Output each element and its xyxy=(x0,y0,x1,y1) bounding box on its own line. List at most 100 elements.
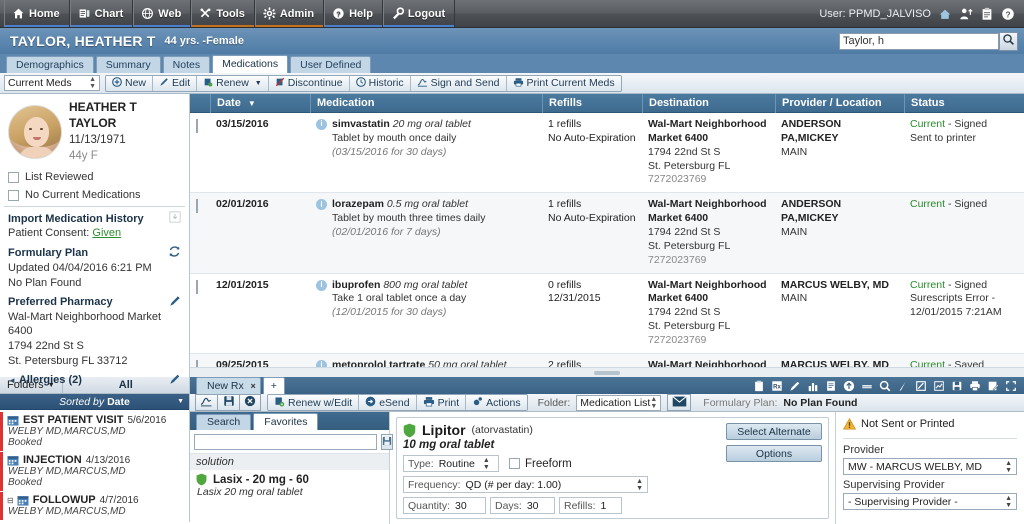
nav-item-admin[interactable]: Admin xyxy=(254,0,325,27)
discontinue-button[interactable]: Discontinue xyxy=(268,75,350,91)
info-icon[interactable]: i xyxy=(316,119,327,130)
nav-item-chart[interactable]: Chart xyxy=(69,0,134,27)
print-current-meds-button[interactable]: Print Current Meds xyxy=(506,75,621,91)
drug-search-input[interactable] xyxy=(194,434,377,450)
checkbox-no-current-medications[interactable]: No Current Medications xyxy=(0,186,189,204)
rx-folder-select[interactable]: Medication List ▲ ▼ xyxy=(576,394,662,411)
header-date[interactable]: Date ▼ xyxy=(210,93,310,113)
pencil-icon[interactable] xyxy=(789,380,801,392)
info-icon[interactable]: i xyxy=(316,199,327,211)
pencil-icon[interactable] xyxy=(169,295,181,310)
checkbox-icon[interactable] xyxy=(196,119,198,133)
actions-button[interactable]: Actions xyxy=(466,395,527,410)
current-meds-filter-select[interactable]: Current Meds ▲ ▼ xyxy=(4,75,100,91)
note-edit-icon[interactable] xyxy=(915,380,927,392)
new-button[interactable]: New xyxy=(106,75,154,91)
question-icon[interactable]: ? xyxy=(1001,7,1015,21)
checkbox-icon[interactable] xyxy=(196,279,198,294)
cancel-button[interactable] xyxy=(239,394,261,411)
person-upload-icon[interactable] xyxy=(959,7,973,21)
favorite-list-item[interactable]: Lasix - 20 mg - 60 Lasix 20 mg oral tabl… xyxy=(190,470,389,500)
edit-doc-icon[interactable] xyxy=(987,380,999,392)
sign-button[interactable] xyxy=(195,394,217,411)
trend-icon[interactable] xyxy=(933,380,945,392)
row-checkbox-cell[interactable] xyxy=(190,274,210,353)
refresh-icon[interactable] xyxy=(168,245,181,261)
scrollbar-grip[interactable] xyxy=(594,370,620,375)
pencil-icon[interactable] xyxy=(169,373,181,388)
header-destination[interactable]: Destination xyxy=(642,93,775,113)
tab-user-defined[interactable]: User Defined xyxy=(290,56,372,73)
info-icon[interactable]: i xyxy=(316,279,327,291)
search-input[interactable] xyxy=(839,32,999,50)
house-icon[interactable] xyxy=(938,7,952,21)
days-field[interactable]: Days: 30 xyxy=(490,497,555,514)
quantity-field[interactable]: Quantity: 30 xyxy=(403,497,486,514)
row-checkbox-cell[interactable] xyxy=(190,193,210,272)
tab-favorites[interactable]: Favorites xyxy=(253,413,319,430)
nav-item-logout[interactable]: Logout xyxy=(382,0,456,27)
pin-icon[interactable] xyxy=(897,380,909,392)
save-button[interactable] xyxy=(217,394,239,411)
table-row[interactable]: 03/15/2016 i simvastatin 20 mg oral tabl… xyxy=(190,113,1024,194)
renew-with-edit-button[interactable]: Renew w/Edit xyxy=(268,395,360,410)
clipboard-icon[interactable] xyxy=(980,7,994,21)
header-status[interactable]: Status xyxy=(904,93,1024,113)
printer-icon[interactable] xyxy=(969,380,981,392)
close-icon[interactable]: × xyxy=(251,378,256,394)
add-tab-button[interactable]: + xyxy=(262,377,285,394)
tab-summary[interactable]: Summary xyxy=(95,56,161,73)
nav-item-tools[interactable]: Tools xyxy=(191,0,255,27)
sort-bar[interactable]: Sorted by Date ▼ xyxy=(0,394,189,410)
expand-icon[interactable] xyxy=(1005,380,1017,392)
tab-new-rx[interactable]: New Rx × xyxy=(196,377,261,394)
import-icon[interactable] xyxy=(169,211,181,226)
info-icon[interactable]: i xyxy=(316,359,327,367)
refills-field[interactable]: Refills: 1 xyxy=(559,497,622,514)
edit-button[interactable]: Edit xyxy=(153,75,198,91)
header-refills[interactable]: Refills xyxy=(542,93,642,113)
tab-demographics[interactable]: Demographics xyxy=(6,56,94,73)
clipboard-icon[interactable] xyxy=(753,380,765,392)
header-select-all[interactable] xyxy=(190,94,210,113)
esend-button[interactable]: eSend xyxy=(359,395,417,410)
historic-button[interactable]: Historic xyxy=(349,75,411,91)
table-row[interactable]: 02/01/2016 i lorazepam 0.5 mg oral table… xyxy=(190,193,1024,274)
nav-item-help[interactable]: ? Help xyxy=(324,0,383,27)
tab-search[interactable]: Search xyxy=(196,414,252,430)
renew-button[interactable]: Renew ▼ xyxy=(197,75,269,91)
nav-item-home[interactable]: Home xyxy=(4,0,70,27)
magnify-icon[interactable] xyxy=(879,380,891,392)
patient-consent-value[interactable]: Given xyxy=(92,227,121,239)
upload-icon[interactable] xyxy=(843,380,855,392)
save-disk-icon[interactable] xyxy=(951,380,963,392)
list-item[interactable]: ⊟ FOLLOWUP 4/7/2016 WELBY MD,MARCUS,MD xyxy=(0,492,189,520)
expand-toggle-icon[interactable]: ⊟ xyxy=(7,496,14,505)
mail-button[interactable] xyxy=(667,394,692,411)
type-select[interactable]: Type: Routine ▲ ▼ xyxy=(403,455,499,472)
freeform-checkbox[interactable]: Freeform xyxy=(509,458,572,470)
minus-icon[interactable] xyxy=(861,380,873,392)
header-medication[interactable]: Medication xyxy=(310,93,542,113)
checkbox-list-reviewed[interactable]: List Reviewed xyxy=(0,168,189,186)
print-button[interactable]: Print xyxy=(416,395,467,410)
frequency-select[interactable]: Frequency: QD (# per day: 1.00) ▲ ▼ xyxy=(403,476,648,493)
list-item[interactable]: INJECTION 4/13/2016 WELBY MD,MARCUS,MD B… xyxy=(0,452,189,491)
document-icon[interactable] xyxy=(825,380,837,392)
row-checkbox-cell[interactable] xyxy=(190,354,210,367)
list-item[interactable]: EST PATIENT VISIT 5/6/2016 WELBY MD,MARC… xyxy=(0,412,189,451)
chevron-down-icon[interactable]: ▼ xyxy=(177,398,184,405)
checkbox-icon[interactable] xyxy=(196,359,198,367)
horizontal-scrollbar[interactable] xyxy=(190,367,1024,377)
sign-and-send-button[interactable]: Sign and Send xyxy=(410,75,507,91)
select-alternate-button[interactable]: Select Alternate xyxy=(726,423,822,440)
header-provider-location[interactable]: Provider / Location xyxy=(775,93,904,113)
search-button[interactable] xyxy=(999,31,1018,51)
supervising-provider-select[interactable]: - Supervising Provider - ▲ ▼ xyxy=(843,493,1017,510)
tab-medications[interactable]: Medications xyxy=(212,55,289,73)
nav-item-web[interactable]: Web xyxy=(133,0,192,27)
table-row[interactable]: 12/01/2015 i ibuprofen 800 mg oral table… xyxy=(190,274,1024,354)
provider-select[interactable]: MW - MARCUS WELBY, MD ▲ ▼ xyxy=(843,458,1017,475)
allergies-section[interactable]: ◄ Allergies (2) xyxy=(0,369,189,388)
tab-notes[interactable]: Notes xyxy=(162,56,211,73)
